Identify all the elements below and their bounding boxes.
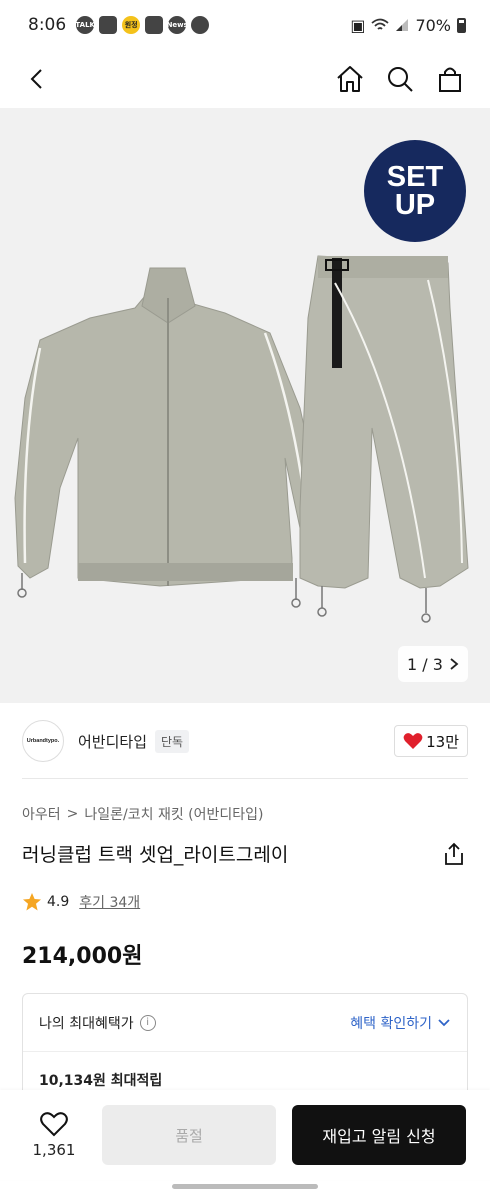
brand-logo[interactable]: Urbandtypo. xyxy=(22,720,64,762)
benefit-check-link[interactable]: 혜택 확인하기 xyxy=(350,1013,451,1033)
home-icon xyxy=(337,66,363,92)
map-pin-icon xyxy=(145,16,164,34)
chevron-down-icon xyxy=(438,1018,450,1026)
top-app-bar xyxy=(0,50,490,108)
yellow-badge-icon: 원정 xyxy=(122,16,141,34)
bottom-action-bar: 1,361 품절 재입고 알림 신청 xyxy=(0,1090,490,1180)
setup-badge: SET UP xyxy=(364,140,466,242)
brand-logo-text: Urbandtypo. xyxy=(26,738,60,744)
lock-icon: ▣ xyxy=(350,15,366,35)
share-button[interactable] xyxy=(440,840,468,868)
talk-icon: TALK xyxy=(75,16,95,34)
battery-icon xyxy=(457,17,466,33)
back-button[interactable] xyxy=(20,61,56,97)
sold-out-button: 품절 xyxy=(102,1105,276,1165)
search-button[interactable] xyxy=(382,61,418,97)
restock-notify-button[interactable]: 재입고 알림 신청 xyxy=(292,1105,466,1165)
badge-line1: SET xyxy=(386,161,444,193)
signal-icon xyxy=(396,19,409,31)
product-price: 214,000원 xyxy=(22,944,143,969)
status-bar: 8:06 TALK 원정 News ▣ 70% xyxy=(0,0,490,50)
wishlist-button[interactable]: 1,361 xyxy=(28,1111,80,1159)
like-count: 13만 xyxy=(426,732,459,751)
app-icon: News xyxy=(167,16,188,34)
heart-outline-icon xyxy=(40,1112,68,1137)
image-page-indicator[interactable]: 1 / 3 xyxy=(398,646,468,682)
reviews-link[interactable]: 후기 34개 xyxy=(79,892,140,912)
product-title: 러닝클럽 트랙 셋업_라이트그레이 xyxy=(22,844,289,866)
battery-level: 70% xyxy=(415,15,451,35)
notification-icons: TALK 원정 News xyxy=(75,16,210,34)
chevron-right-icon xyxy=(450,658,459,670)
brand-name[interactable]: 어반디타입 xyxy=(78,731,147,752)
breadcrumb-item-category[interactable]: 나일론/코치 재킷 (어반디타입) xyxy=(84,804,263,824)
star-icon xyxy=(23,893,41,911)
benefit-label: 나의 최대혜택가 xyxy=(39,1015,134,1032)
benefit-link-label: 혜택 확인하기 xyxy=(350,1015,432,1032)
pants-illustration xyxy=(299,255,469,623)
wishlist-count: 1,361 xyxy=(32,1141,76,1159)
benefit-header: 나의 최대혜택가 i 혜택 확인하기 xyxy=(23,994,467,1052)
cart-button[interactable] xyxy=(432,61,468,97)
product-image-carousel[interactable]: SET UP 1 / 3 xyxy=(0,108,490,703)
jacket-illustration xyxy=(14,267,321,608)
status-right: ▣ 70% xyxy=(350,16,466,35)
breadcrumb-item-outer[interactable]: 아우터 xyxy=(22,804,61,824)
instagram-icon xyxy=(99,16,118,34)
wifi-icon xyxy=(371,18,390,30)
breadcrumb-separator-icon: > xyxy=(66,806,79,822)
badge-line2: UP xyxy=(394,189,436,221)
divider xyxy=(22,778,468,779)
exclusive-tag: 단독 xyxy=(155,729,190,753)
rating-row: 4.9 후기 34개 xyxy=(22,892,140,912)
heart-filled-icon xyxy=(403,733,423,749)
home-indicator xyxy=(172,1184,318,1189)
share-icon xyxy=(445,842,463,865)
brand-row: Urbandtypo. 어반디타입 단독 13만 xyxy=(22,718,468,764)
chevron-left-icon xyxy=(30,69,42,89)
like-button[interactable]: 13만 xyxy=(394,725,468,757)
shopping-bag-icon xyxy=(439,67,461,92)
info-icon[interactable]: i xyxy=(139,1014,156,1031)
search-icon xyxy=(388,67,413,92)
home-button[interactable] xyxy=(332,61,368,97)
cloud-icon xyxy=(191,16,210,34)
rating-score: 4.9 xyxy=(47,894,70,910)
image-index: 1 / 3 xyxy=(407,654,443,674)
breadcrumb: 아우터 > 나일론/코치 재킷 (어반디타입) xyxy=(22,804,263,824)
status-time: 8:06 xyxy=(28,15,67,35)
